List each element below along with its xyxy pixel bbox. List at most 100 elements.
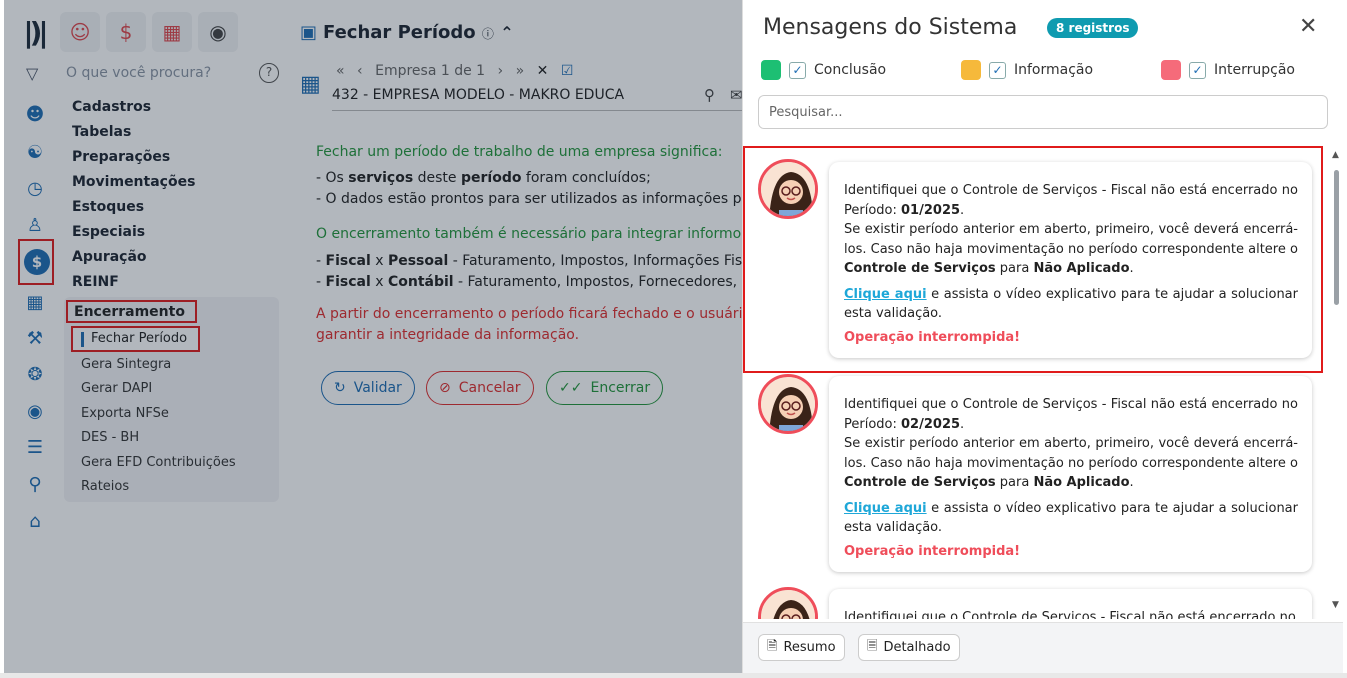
menu-item[interactable]: Movimentações (72, 173, 195, 198)
clock-icon[interactable]: ◷ (22, 175, 48, 201)
menu-item[interactable]: REINF (72, 273, 195, 298)
company-field[interactable]: 432 - EMPRESA MODELO - MAKRO EDUCA (332, 87, 624, 103)
legend-informacao[interactable]: ✓ Informação (961, 60, 1093, 80)
legend-interrupcao[interactable]: ✓ Interrupção (1161, 60, 1295, 80)
legend-label: Informação (1014, 62, 1094, 78)
submenu-item[interactable]: Gera Sintegra (81, 357, 171, 372)
close-period-label: Encerrar (590, 380, 651, 396)
prev-page-icon[interactable]: ‹ (357, 63, 363, 79)
warning-line: A partir do encerramento o período ficar… (316, 306, 743, 322)
system-messages-panel: Mensagens do Sistema 8 registros ✕ ✓ Con… (742, 0, 1344, 673)
messages-search-input[interactable]: Pesquisar... (758, 95, 1328, 129)
scroll-up-icon[interactable]: ▲ (1332, 150, 1339, 160)
messages-scrollbar[interactable]: ▲ ▼ (1331, 150, 1341, 616)
users-tool-icon[interactable]: ☺ (60, 12, 100, 52)
scroll-down-icon[interactable]: ▼ (1332, 600, 1339, 610)
close-period-button[interactable]: ✓✓ Encerrar (546, 371, 664, 405)
info-card: Fechar um período de trabalho de uma emp… (300, 128, 760, 418)
layers-icon[interactable]: ☰ (22, 434, 48, 460)
mail-icon[interactable]: ✉ (730, 86, 743, 104)
cancel-label: Cancelar (458, 380, 521, 396)
submenu-item-fechar-periodo[interactable]: Fechar Período (71, 326, 200, 352)
checkbox[interactable]: ✓ (989, 61, 1006, 79)
search-icon[interactable]: ⚲ (22, 471, 48, 497)
ban-icon: ⊘ (439, 380, 451, 396)
menu-item[interactable]: Cadastros (72, 98, 195, 123)
menu-item[interactable]: Tabelas (72, 123, 195, 148)
submenu-header-encerramento[interactable]: Encerramento (66, 300, 197, 323)
checkbox-icon[interactable]: ☑ (561, 63, 574, 79)
submenu-item[interactable]: Gerar DAPI (81, 381, 152, 396)
submenu-item[interactable]: Rateios (81, 479, 129, 494)
assistant-avatar (758, 374, 818, 434)
info-line: - Fiscal x Contábil - Faturamento, Impos… (316, 274, 756, 290)
message-card: Identifiquei que o Controle de Serviços … (829, 589, 1312, 619)
detailed-button[interactable]: 🗏 Detalhado (858, 634, 960, 661)
detailed-label: Detalhado (883, 640, 951, 655)
window-bottom-edge (0, 673, 1347, 678)
chevron-up-icon[interactable]: ⌃ (500, 23, 513, 42)
double-check-icon: ✓✓ (559, 380, 583, 396)
close-icon[interactable]: ✕ (537, 63, 549, 79)
submenu-item[interactable]: DES - BH (81, 430, 139, 445)
dollar-tool-icon[interactable]: $ (106, 12, 146, 52)
refresh-icon: ↻ (334, 380, 346, 396)
validate-button[interactable]: ↻ Validar (321, 371, 415, 405)
info-line: - Fiscal x Pessoal - Faturamento, Impost… (316, 253, 759, 269)
help-icon[interactable]: ? (259, 63, 279, 83)
menu-search-input[interactable]: O que você procura? (66, 65, 211, 81)
assistant-avatar (758, 587, 818, 619)
last-page-icon[interactable]: » (516, 63, 525, 79)
cancel-button[interactable]: ⊘ Cancelar (426, 371, 534, 405)
menu-item[interactable]: Preparações (72, 148, 195, 173)
message-text: Identifiquei que o Controle de Serviços … (844, 610, 1296, 619)
tools-icon[interactable]: ⚒ (22, 325, 48, 351)
panel-title: Mensagens do Sistema (763, 15, 1018, 40)
green-swatch (761, 60, 781, 80)
video-link[interactable]: Clique aqui (844, 501, 927, 516)
network-icon[interactable]: ❂ (22, 361, 48, 387)
legend-conclusao[interactable]: ✓ Conclusão (761, 60, 886, 80)
home-icon[interactable]: ⌂ (22, 508, 48, 534)
divider (332, 110, 746, 111)
checkbox[interactable]: ✓ (1189, 61, 1206, 79)
page-title: ▣ Fechar Período ⓘ ⌃ (300, 22, 514, 43)
dollar-module-selected[interactable]: $ (18, 239, 54, 285)
filter-icon[interactable]: ▽ (26, 64, 38, 83)
message-card: Identifiquei que o Controle de Serviços … (829, 376, 1312, 572)
warning-line: garantir a integridade da informação. (316, 327, 580, 343)
info-icon[interactable]: ⓘ (482, 27, 494, 41)
top-toolbar: |)| ☺ $ ▦ ◉ (14, 12, 238, 52)
calculator-icon[interactable]: ▦ (22, 289, 48, 315)
money-bag-tool-icon[interactable]: ◉ (198, 12, 238, 52)
user-icon[interactable]: ☻ (22, 101, 48, 127)
first-page-icon[interactable]: « (336, 63, 345, 79)
checkbox[interactable]: ✓ (789, 61, 806, 79)
legend-label: Conclusão (814, 62, 887, 78)
search-icon[interactable]: ⚲ (704, 86, 715, 104)
red-swatch (1161, 60, 1181, 80)
next-page-icon[interactable]: › (498, 63, 504, 79)
summary-label: Resumo (783, 640, 836, 655)
menu-item[interactable]: Estoques (72, 198, 195, 223)
close-icon[interactable]: ✕ (1299, 14, 1317, 39)
menu-item[interactable]: Apuração (72, 248, 195, 273)
money-bag-icon[interactable]: ◉ (22, 398, 48, 424)
highlight-box (743, 146, 1323, 373)
message-text: Identifiquei que o Controle de Serviços … (844, 397, 1298, 490)
handshake-icon[interactable]: ☯ (22, 139, 48, 165)
records-badge: 8 registros (1047, 18, 1139, 38)
scroll-thumb[interactable] (1334, 170, 1339, 305)
company-nav-label: Empresa 1 de 1 (375, 63, 486, 79)
module-menu: Cadastros Tabelas Preparações Movimentaç… (72, 98, 195, 298)
summary-button[interactable]: 🗎 Resumo (758, 634, 845, 661)
info-line: - Os serviços deste período foram conclu… (316, 170, 651, 186)
submenu-item-label: Fechar Período (91, 331, 188, 346)
calculator-tool-icon[interactable]: ▦ (152, 12, 192, 52)
submenu-item[interactable]: Gera EFD Contribuições (81, 455, 236, 470)
menu-item[interactable]: Especiais (72, 223, 195, 248)
company-navigator: « ‹ Empresa 1 de 1 › » ✕ ☑ (336, 63, 573, 79)
people-icon[interactable]: ♙ (22, 212, 48, 238)
yellow-swatch (961, 60, 981, 80)
submenu-item[interactable]: Exporta NFSe (81, 406, 169, 421)
